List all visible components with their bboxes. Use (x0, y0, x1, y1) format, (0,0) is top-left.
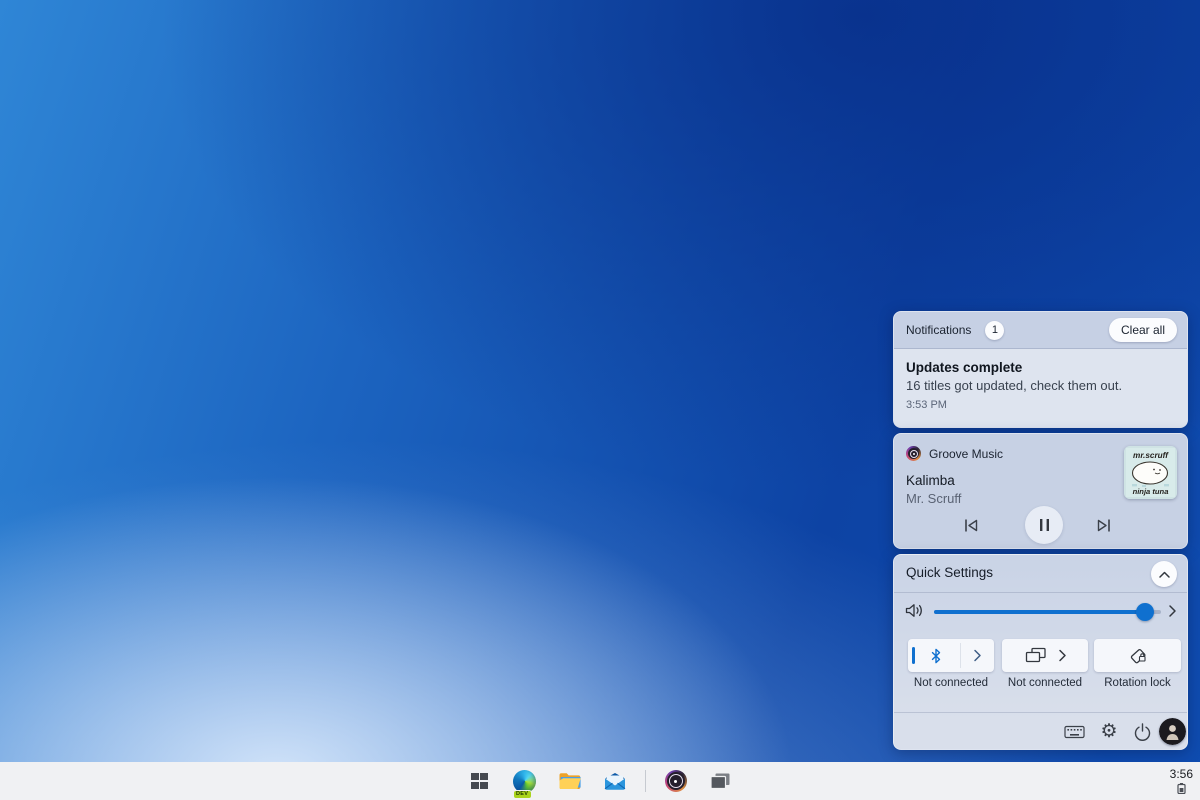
pause-icon (1039, 519, 1049, 531)
notification-item[interactable]: Updates complete 16 titles got updated, … (894, 349, 1187, 427)
notifications-title: Notifications (906, 323, 972, 337)
next-track-button[interactable] (1091, 512, 1117, 538)
chevron-right-icon (974, 649, 981, 662)
media-controls (894, 505, 1187, 545)
volume-slider[interactable] (934, 603, 1161, 621)
volume-row (894, 599, 1187, 625)
notification-title: Updates complete (906, 360, 1023, 375)
notification-count-badge: 1 (985, 320, 1005, 340)
windows-start-icon (471, 772, 488, 790)
groove-music-icon (664, 770, 687, 792)
volume-expand-button[interactable] (1168, 604, 1177, 621)
connect-tile-label: Not connected (1007, 677, 1083, 689)
media-app-row: Groove Music (906, 446, 1003, 461)
rotation-lock-tile-label: Rotation lock (1104, 677, 1171, 689)
notification-message: 16 titles got updated, check them out. (906, 378, 1123, 393)
settings-gear-icon[interactable]: ⚙ (1096, 717, 1122, 745)
track-artist: Mr. Scruff (906, 491, 962, 506)
media-app-name: Groove Music (929, 446, 1004, 461)
mail-icon (604, 772, 625, 790)
taskbar-clock: 3:56 (1169, 767, 1193, 781)
rotation-lock-tile[interactable] (1094, 639, 1181, 672)
chevron-right-icon (1059, 649, 1066, 662)
task-view-icon (710, 773, 730, 790)
taskbar-item-file-explorer[interactable] (555, 766, 585, 796)
bluetooth-tile-label: Not connected (913, 677, 989, 689)
quick-settings-tiles (894, 639, 1187, 672)
power-button[interactable] (1130, 721, 1154, 743)
media-card: Groove Music mr.scruff ninja tuna Kalimb… (893, 433, 1188, 549)
taskbar-separator (644, 770, 646, 792)
start-button[interactable] (465, 766, 495, 796)
keyboard-icon (1063, 725, 1085, 739)
volume-slider-fill (934, 610, 1146, 614)
keyboard-button[interactable] (1062, 723, 1086, 741)
file-explorer-icon (559, 773, 581, 789)
previous-track-button[interactable] (958, 512, 984, 538)
album-art: mr.scruff ninja tuna (1124, 446, 1177, 499)
quick-settings-footer: ⚙ (894, 713, 1187, 749)
taskbar: DEV 3:56 (0, 762, 1200, 800)
power-icon (1134, 723, 1150, 741)
groove-music-icon (906, 446, 921, 461)
connect-icon (1025, 647, 1046, 663)
svg-text:ninja tuna: ninja tuna (1133, 487, 1169, 496)
bluetooth-tile[interactable] (908, 639, 994, 672)
bluetooth-icon (931, 648, 941, 663)
edge-dev-badge: DEV (512, 789, 532, 799)
next-icon (1097, 519, 1110, 531)
notification-timestamp: 3:53 PM (906, 399, 947, 411)
previous-icon (965, 519, 978, 531)
track-title: Kalimba (906, 473, 955, 488)
notifications-header: Notifications 1 Clear all (894, 312, 1187, 349)
speaker-icon (905, 604, 922, 617)
task-view-button[interactable] (706, 766, 736, 796)
taskbar-center-icons: DEV (0, 762, 1200, 800)
taskbar-item-groove-music[interactable] (661, 766, 691, 796)
collapse-button[interactable] (1151, 561, 1177, 587)
pause-button[interactable] (1025, 506, 1063, 544)
clear-all-button[interactable]: Clear all (1108, 318, 1177, 342)
connect-tile[interactable] (1002, 639, 1088, 672)
bluetooth-active-indicator (912, 647, 915, 664)
system-tray[interactable]: 3:56 (1170, 762, 1193, 800)
chevron-right-icon (1169, 605, 1176, 617)
volume-slider-thumb[interactable] (1136, 603, 1155, 621)
user-avatar[interactable] (1159, 718, 1186, 745)
divider (894, 592, 1187, 593)
svg-text:mr.scruff: mr.scruff (1133, 451, 1169, 460)
rotation-lock-icon (1130, 648, 1146, 664)
quick-settings-card: Quick Settings Not connected Not connect… (893, 554, 1188, 750)
user-avatar-image (1159, 718, 1186, 745)
taskbar-item-edge-dev[interactable]: DEV (510, 766, 540, 799)
notifications-card: Notifications 1 Clear all Updates comple… (893, 311, 1188, 428)
chevron-up-icon (1158, 571, 1170, 578)
tile-divider (960, 643, 961, 668)
quick-settings-title: Quick Settings (906, 565, 994, 580)
tray-status-icon (1177, 783, 1186, 794)
taskbar-item-mail[interactable] (600, 766, 630, 796)
